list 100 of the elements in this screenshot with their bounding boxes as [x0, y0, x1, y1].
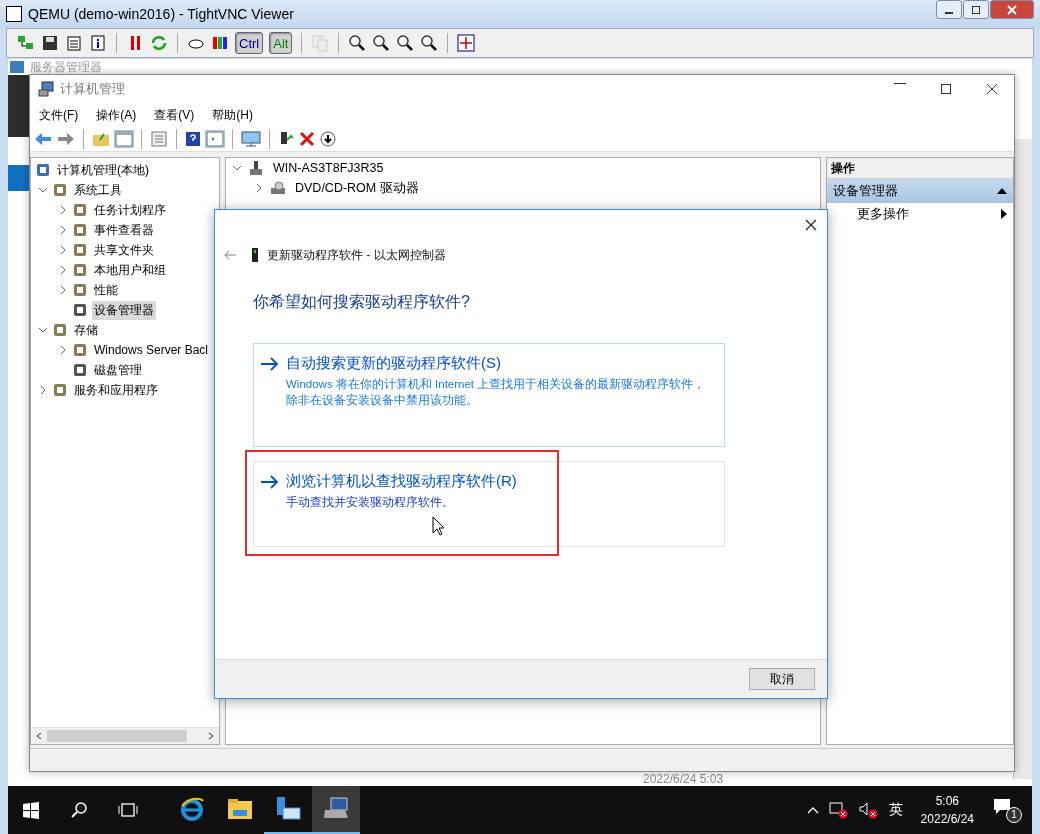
browser-e-icon	[179, 796, 205, 822]
node-icon	[52, 382, 68, 398]
scrollbar[interactable]	[1013, 139, 1032, 779]
zoom-out-icon[interactable]	[372, 34, 391, 52]
vnc-logo-icon	[6, 6, 22, 22]
colors-icon[interactable]	[211, 34, 229, 52]
option-card[interactable]: 浏览计算机以查找驱动程序软件(R) 手动查找并安装驱动程序软件。	[253, 461, 725, 547]
tree-item[interactable]: 本地用户和组	[92, 260, 168, 280]
zoom-reset-icon[interactable]	[396, 34, 415, 52]
horizontal-scrollbar[interactable]	[31, 727, 219, 744]
tree-item[interactable]: 事件查看器	[92, 220, 156, 240]
scroll-right-icon[interactable]	[207, 732, 215, 740]
scroll-left-icon[interactable]	[35, 732, 43, 740]
chevron-down-icon[interactable]	[38, 325, 48, 335]
close-button[interactable]	[990, 0, 1034, 19]
tree-item[interactable]: 系统工具	[72, 180, 124, 200]
cancel-button[interactable]: 取消	[749, 668, 815, 690]
chevron-right-icon[interactable]	[38, 385, 48, 395]
tree-item[interactable]: 存储	[72, 320, 100, 340]
minimize-icon	[945, 11, 953, 14]
node-icon	[72, 302, 88, 318]
tree-item[interactable]: Windows Server Bacl	[92, 342, 211, 358]
node-icon	[72, 262, 88, 278]
folder-up-icon[interactable]	[92, 131, 110, 147]
input-language-indicator[interactable]: 英	[888, 801, 903, 819]
actions-header: 操作	[827, 158, 1013, 179]
dialog-title: 更新驱动程序软件 - 以太网控制器	[267, 246, 446, 264]
network-adapter-icon	[251, 248, 259, 262]
menu-item[interactable]: 文件(F)	[39, 106, 79, 124]
tree-item[interactable]: 计算机管理(本地)	[55, 160, 151, 180]
chevron-right-icon[interactable]	[254, 183, 264, 193]
option-title: 自动搜索更新的驱动程序软件(S)	[286, 354, 501, 373]
computer-icon	[248, 160, 264, 176]
actions-section-header[interactable]: 设备管理器	[827, 179, 1013, 203]
back-arrow-icon[interactable]	[34, 132, 52, 146]
maximize-icon[interactable]	[940, 83, 952, 95]
tree-item[interactable]: WIN-AS3T8FJ3R35	[270, 160, 387, 176]
menu-item[interactable]: 帮助(H)	[212, 106, 253, 124]
node-icon	[72, 282, 88, 298]
collapse-triangle-icon[interactable]	[997, 187, 1007, 195]
info-icon[interactable]	[89, 34, 107, 52]
section-title: 设备管理器	[833, 182, 898, 200]
option-title: 浏览计算机以查找驱动程序软件(R)	[286, 472, 517, 491]
fullscreen-icon[interactable]	[457, 34, 476, 52]
close-icon[interactable]	[805, 219, 817, 231]
speaker-muted-icon[interactable]	[858, 801, 879, 819]
close-icon[interactable]	[986, 83, 998, 95]
clock[interactable]: 5:06 2022/6/24	[912, 792, 982, 828]
window-title: 计算机管理	[60, 80, 125, 98]
action-item[interactable]: 更多操作	[857, 205, 909, 223]
minimize-button[interactable]	[936, 0, 962, 19]
server-manager-icon	[10, 61, 24, 73]
refresh-icon[interactable]	[150, 34, 168, 52]
action-pane-icon[interactable]	[206, 131, 224, 147]
node-icon	[72, 342, 88, 358]
help-icon[interactable]	[185, 131, 201, 147]
chevron-down-icon[interactable]	[232, 163, 242, 173]
chevron-right-icon[interactable]	[58, 205, 68, 215]
options-icon[interactable]	[65, 34, 83, 52]
option-card[interactable]: 自动搜索更新的驱动程序软件(S) Windows 将在你的计算机和 Internet 上查找用于相关设备的最新驱动程序软件，除非在设备安装设备中禁用该功能。	[253, 343, 725, 447]
forward-arrow-icon[interactable]	[57, 132, 75, 146]
monitor-icon[interactable]	[241, 131, 261, 147]
save-icon[interactable]	[41, 34, 59, 52]
delete-icon[interactable]	[299, 131, 315, 147]
chevron-up-icon[interactable]	[806, 806, 819, 814]
tree-item[interactable]: DVD/CD-ROM 驱动器	[292, 178, 422, 198]
chevron-right-icon[interactable]	[58, 345, 68, 355]
pane-toggle-icon[interactable]	[115, 131, 133, 147]
window-title: QEMU (demo-win2016) - TightVNC Viewer	[28, 6, 294, 22]
tree-item[interactable]: 设备管理器	[92, 300, 156, 320]
tree-item[interactable]: 共享文件夹	[92, 240, 156, 260]
zoom-auto-icon[interactable]	[420, 34, 439, 52]
date-text: 2022/6/24	[920, 811, 974, 828]
update-driver-icon[interactable]	[278, 131, 294, 147]
modifier-key-toggle[interactable]: Ctrl	[235, 32, 264, 54]
node-icon	[72, 222, 88, 238]
download-icon[interactable]	[320, 131, 336, 147]
search-icon[interactable]	[70, 801, 88, 819]
tree-item[interactable]: 服务和应用程序	[72, 380, 160, 400]
chevron-right-icon[interactable]	[58, 245, 68, 255]
chevron-down-icon[interactable]	[38, 185, 48, 195]
tree-item[interactable]: 磁盘管理	[92, 360, 144, 380]
chevron-right-icon[interactable]	[58, 285, 68, 295]
chevron-right-icon[interactable]	[58, 225, 68, 235]
maximize-button[interactable]	[963, 0, 989, 19]
computer-icon	[38, 81, 54, 97]
task-view-icon[interactable]	[118, 802, 138, 818]
zoom-in-icon[interactable]	[348, 34, 367, 52]
connection-icon[interactable]	[17, 34, 35, 52]
timestamp: 2022/6/24 5:03	[643, 772, 724, 786]
menu-item[interactable]: 操作(A)	[96, 106, 137, 124]
menu-item[interactable]: 查看(V)	[154, 106, 195, 124]
node-icon	[72, 202, 88, 218]
tree-item[interactable]: 性能	[92, 280, 120, 300]
tree-item[interactable]: 任务计划程序	[92, 200, 168, 220]
node-icon	[52, 322, 68, 338]
start-windows-icon[interactable]	[22, 801, 40, 819]
network-error-icon[interactable]	[828, 801, 849, 819]
chevron-right-icon[interactable]	[58, 265, 68, 275]
close-icon	[1007, 4, 1017, 15]
